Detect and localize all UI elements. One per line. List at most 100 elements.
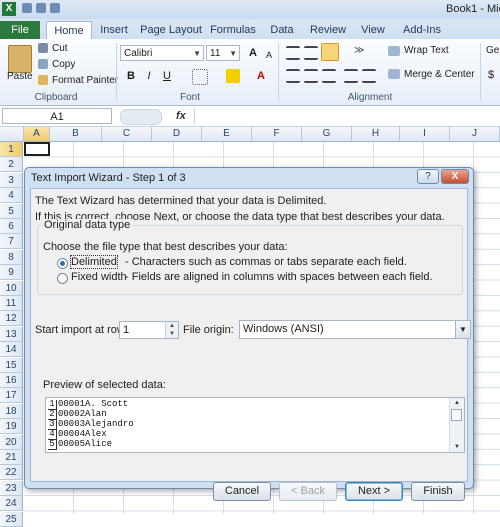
- row-header[interactable]: 9: [0, 265, 23, 281]
- delimited-label[interactable]: Delimited: [70, 255, 118, 269]
- cut-button[interactable]: Cut: [52, 43, 68, 54]
- row-header[interactable]: 11: [0, 296, 23, 311]
- row-header[interactable]: 10: [0, 280, 23, 296]
- align-top-icon[interactable]: [286, 46, 300, 60]
- column-header[interactable]: E: [202, 127, 252, 141]
- format-painter-button[interactable]: Format Painter: [52, 75, 118, 86]
- preview-scrollbar[interactable]: ▲ ▼: [449, 398, 464, 452]
- italic-button[interactable]: I: [140, 67, 158, 85]
- scroll-down-icon[interactable]: ▼: [450, 442, 464, 452]
- column-header[interactable]: C: [102, 127, 152, 141]
- scroll-up-icon[interactable]: ▲: [450, 398, 464, 408]
- row-header[interactable]: 16: [0, 373, 23, 388]
- align-left-icon[interactable]: [286, 69, 300, 83]
- currency-button[interactable]: $: [488, 69, 494, 81]
- close-button[interactable]: X: [441, 169, 469, 184]
- row-header[interactable]: 21: [0, 450, 23, 465]
- tab-review[interactable]: Review: [306, 21, 350, 39]
- select-all-corner[interactable]: [0, 127, 24, 141]
- delimited-radio[interactable]: [57, 258, 68, 269]
- row-header[interactable]: 22: [0, 465, 23, 481]
- font-color-button[interactable]: A: [252, 67, 270, 85]
- column-header[interactable]: I: [400, 127, 450, 141]
- row-header[interactable]: 17: [0, 388, 23, 404]
- tab-view[interactable]: View: [356, 21, 390, 39]
- undo-icon[interactable]: [36, 3, 46, 13]
- fixed-width-label[interactable]: Fixed width: [71, 271, 127, 283]
- align-right-icon[interactable]: [322, 69, 336, 83]
- excel-icon[interactable]: X: [2, 2, 16, 16]
- column-header[interactable]: G: [302, 127, 352, 141]
- borders-icon[interactable]: [192, 69, 208, 85]
- file-origin-select[interactable]: Windows (ANSI) ▼: [239, 320, 471, 339]
- column-header[interactable]: J: [450, 127, 500, 141]
- tab-insert[interactable]: Insert: [94, 21, 134, 39]
- start-row-stepper[interactable]: 1 ▲ ▼: [119, 321, 179, 339]
- column-header[interactable]: B: [50, 127, 102, 141]
- name-box[interactable]: A1: [2, 108, 112, 124]
- row-header[interactable]: 19: [0, 419, 23, 435]
- tab-page-layout[interactable]: Page Layout: [140, 21, 202, 39]
- cancel-button[interactable]: Cancel: [213, 482, 271, 501]
- row-header[interactable]: 5: [0, 203, 23, 219]
- row-header[interactable]: 1: [0, 142, 23, 157]
- tab-add-ins[interactable]: Add-Ins: [398, 21, 446, 39]
- orientation-icon[interactable]: ≫: [354, 46, 368, 56]
- column-header[interactable]: D: [152, 127, 202, 141]
- insert-function-button[interactable]: fx: [176, 108, 190, 124]
- row-header[interactable]: 12: [0, 311, 23, 327]
- chevron-down-icon[interactable]: ▼: [455, 321, 470, 338]
- paste-icon[interactable]: [8, 45, 32, 73]
- column-header[interactable]: H: [352, 127, 400, 141]
- row-header[interactable]: 14: [0, 342, 23, 358]
- spin-arrows-icon[interactable]: ▲ ▼: [165, 322, 178, 338]
- decrease-indent-icon[interactable]: [344, 69, 358, 83]
- paste-button[interactable]: Paste: [7, 71, 33, 82]
- font-size-combo[interactable]: 11 ▼: [206, 45, 240, 61]
- row-header[interactable]: 6: [0, 219, 23, 234]
- row-header[interactable]: 20: [0, 434, 23, 450]
- save-icon[interactable]: [22, 3, 32, 13]
- bold-button[interactable]: B: [122, 67, 140, 85]
- align-middle-icon[interactable]: [304, 46, 318, 60]
- chevron-down-icon: ▼: [229, 49, 237, 58]
- data-preview[interactable]: 1 00001A. Scott 2 00002Alan 3 00003Alejandr…: [45, 397, 465, 453]
- row-header[interactable]: 4: [0, 188, 23, 204]
- back-button[interactable]: < Back: [279, 482, 337, 501]
- tab-file[interactable]: File: [0, 21, 40, 39]
- redo-icon[interactable]: [50, 3, 60, 13]
- scroll-thumb[interactable]: [451, 409, 462, 421]
- fill-color-icon[interactable]: [226, 69, 240, 83]
- formula-bar-toggle[interactable]: [120, 109, 162, 125]
- align-center-icon[interactable]: [304, 69, 318, 83]
- row-header[interactable]: 24: [0, 496, 23, 512]
- column-header[interactable]: A: [24, 127, 50, 141]
- number-format-combo[interactable]: Gene: [486, 45, 500, 56]
- merge-center-button[interactable]: Merge & Center: [404, 69, 475, 80]
- row-header[interactable]: 8: [0, 249, 23, 265]
- next-button[interactable]: Next >: [345, 482, 403, 501]
- underline-button[interactable]: U: [158, 67, 176, 85]
- tab-data[interactable]: Data: [266, 21, 298, 39]
- column-header[interactable]: F: [252, 127, 302, 141]
- row-header[interactable]: 15: [0, 357, 23, 373]
- row-header[interactable]: 18: [0, 403, 23, 419]
- row-header[interactable]: 3: [0, 172, 23, 188]
- wrap-text-button[interactable]: Wrap Text: [404, 45, 449, 56]
- active-cell[interactable]: [24, 142, 50, 156]
- finish-button[interactable]: Finish: [411, 482, 465, 501]
- row-header[interactable]: 2: [0, 157, 23, 173]
- formula-input[interactable]: [194, 108, 500, 124]
- row-header[interactable]: 23: [0, 480, 23, 496]
- fixed-width-radio[interactable]: [57, 273, 68, 284]
- increase-indent-icon[interactable]: [362, 69, 376, 83]
- shrink-font-button[interactable]: A: [260, 46, 278, 64]
- row-header[interactable]: 13: [0, 326, 23, 342]
- tab-home[interactable]: Home: [46, 21, 92, 40]
- copy-button[interactable]: Copy: [52, 59, 75, 70]
- font-name-combo[interactable]: Calibri ▼: [120, 45, 204, 61]
- tab-formulas[interactable]: Formulas: [208, 21, 258, 39]
- row-header[interactable]: 7: [0, 234, 23, 250]
- help-button[interactable]: ?: [417, 169, 439, 184]
- align-bottom-icon[interactable]: [321, 43, 339, 61]
